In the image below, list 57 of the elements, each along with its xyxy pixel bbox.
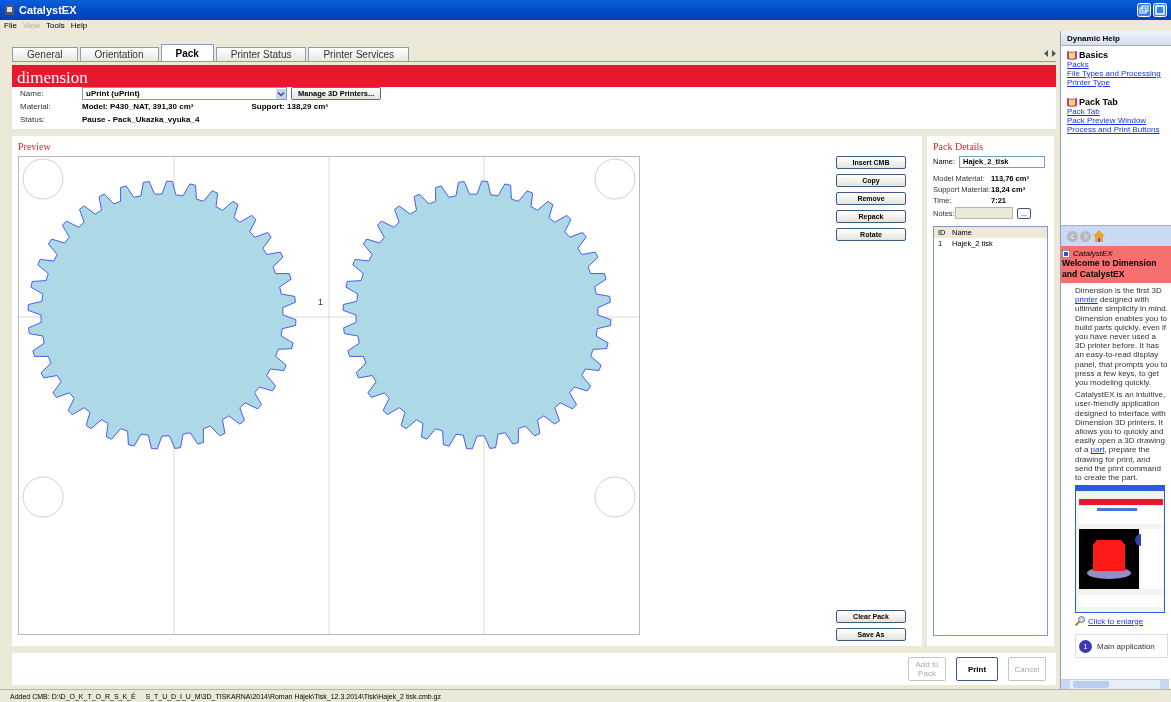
- help-link[interactable]: Packs: [1067, 60, 1165, 69]
- screenshot-thumbnail-drawing[interactable]: [1075, 485, 1165, 614]
- notes-field[interactable]: [955, 207, 1013, 219]
- help-link[interactable]: Pack Tab: [1067, 107, 1165, 116]
- tab[interactable]: Printer Services: [308, 47, 410, 61]
- article-heading: Welcome to Dimension and CatalystEX: [1062, 258, 1158, 280]
- app-icon: [4, 4, 15, 16]
- back-icon[interactable]: [1067, 230, 1078, 242]
- article-source: CatalystEX: [1073, 249, 1113, 258]
- support-material-value: Support: 138,29 cm³: [251, 102, 328, 111]
- gear-part[interactable]: [342, 180, 612, 450]
- model-material-value: Model: P430_NAT, 391,30 cm³: [82, 102, 194, 111]
- brand-banner: dimension: [12, 65, 1056, 87]
- panel-title: Preview: [18, 141, 52, 154]
- article-link[interactable]: printer: [1075, 295, 1098, 305]
- part-label: 1: [318, 297, 323, 307]
- tab[interactable]: Orientation: [79, 47, 159, 61]
- menu-item[interactable]: Help: [70, 21, 88, 30]
- home-icon[interactable]: [1093, 230, 1105, 242]
- article-paragraph: CatalystEX is an intuitive, user-friendly application designed to interface with Dimension 3D printers. It allows you to quickly and easily open a 3D drawing of a part, prepare the drawing for print, and send the print command to create the part.: [1075, 390, 1167, 483]
- enlarge-link[interactable]: Click to enlarge: [1088, 616, 1144, 626]
- corner-circle: [594, 158, 636, 200]
- printer-select[interactable]: uPrint (uPrint): [82, 87, 287, 100]
- section-title: Pack Tab: [1079, 97, 1118, 107]
- help-link[interactable]: Pack Preview Window: [1067, 116, 1165, 125]
- panel-title: Dynamic Help: [1061, 31, 1171, 46]
- help-link[interactable]: File Types and Processing: [1067, 69, 1165, 78]
- menu-item[interactable]: File: [4, 21, 17, 30]
- step-text: Main application: [1097, 641, 1155, 651]
- maximize-icon[interactable]: [1153, 3, 1167, 17]
- tab-scroll-icon[interactable]: [1044, 49, 1056, 57]
- corner-circle: [22, 158, 64, 200]
- corner-circle: [594, 476, 636, 518]
- status-value: Pause - Pack_Ukazka_vyuka_4: [82, 115, 200, 124]
- field-label: Material:: [20, 102, 52, 111]
- restore-icon[interactable]: [1137, 3, 1151, 17]
- panel-title: Pack Details: [933, 141, 985, 154]
- gear-part[interactable]: [27, 180, 297, 450]
- caret-icon: [276, 88, 286, 99]
- book-icon: [1067, 50, 1077, 60]
- magnifier-icon: [1075, 616, 1085, 627]
- tab[interactable]: Printer Status: [215, 47, 307, 61]
- book-icon: [1067, 97, 1077, 107]
- help-link[interactable]: Process and Print Buttons: [1067, 125, 1165, 134]
- tab[interactable]: Pack: [160, 44, 214, 61]
- field-label: Status:: [20, 115, 46, 124]
- tab[interactable]: General: [12, 47, 78, 61]
- article-paragraph: Dimension is the first 3D printer designed with ultimate simplicity in mind. Dimension enables you to build parts quickly, even if you have never used a 3D printer before. It has an easy-to-read display panel, that prompts you to press a few keys, to get you modeling quickly.: [1075, 286, 1168, 388]
- window-title: CatalystEX: [19, 4, 77, 16]
- section-title: Basics: [1079, 50, 1109, 60]
- action-button[interactable]: Print: [956, 657, 998, 681]
- forward-icon[interactable]: [1080, 230, 1091, 242]
- help-link[interactable]: Printer Type: [1067, 78, 1165, 87]
- menu-item[interactable]: Tools: [46, 21, 65, 30]
- corner-circle: [22, 476, 64, 518]
- horizontal-scrollbar[interactable]: [1061, 679, 1169, 689]
- field-label: Name:: [20, 89, 45, 98]
